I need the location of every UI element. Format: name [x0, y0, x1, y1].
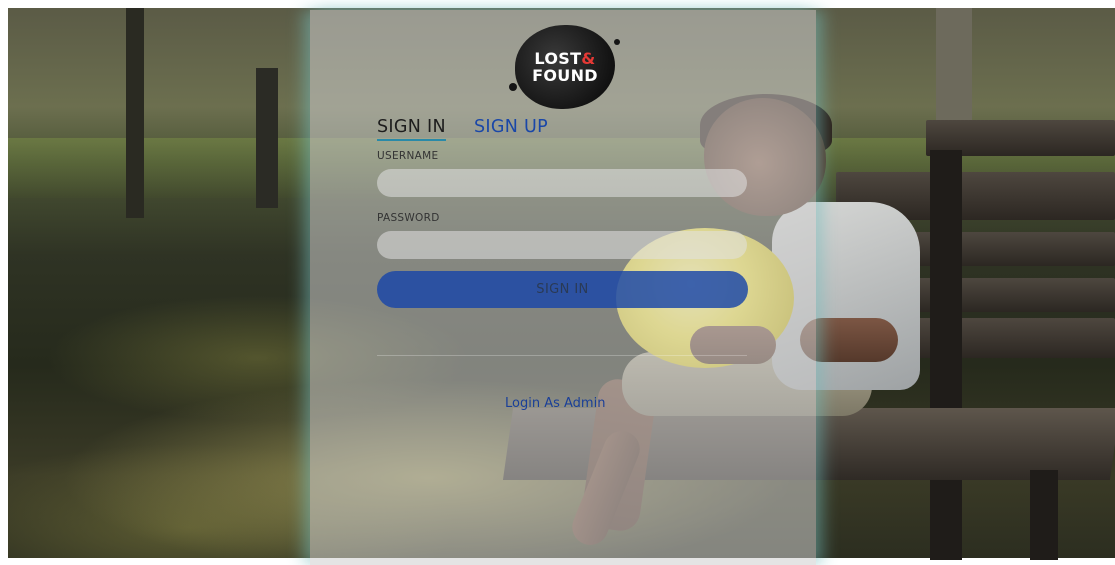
logo-line-2: FOUND [532, 66, 598, 85]
username-input[interactable] [377, 169, 747, 197]
bench-leg [930, 150, 962, 560]
logo-line-1: LOST& [534, 49, 596, 68]
logo-ink-splat [614, 39, 620, 45]
bench-backrest-slat [886, 232, 1115, 266]
logo-ink-splat [509, 83, 517, 91]
tab-sign-in[interactable]: SIGN IN [377, 117, 446, 141]
background-tree [126, 8, 144, 218]
password-input[interactable] [377, 231, 747, 259]
form-divider [377, 355, 747, 356]
login-as-admin-link[interactable]: Login As Admin [505, 396, 605, 411]
sign-in-button[interactable]: SIGN IN [377, 271, 748, 308]
bench-leg [1030, 470, 1058, 560]
username-label: USERNAME [377, 150, 439, 162]
password-label: PASSWORD [377, 212, 440, 224]
background-tree [256, 68, 278, 208]
background-tree [936, 8, 972, 128]
tab-sign-up[interactable]: SIGN UP [474, 117, 548, 137]
